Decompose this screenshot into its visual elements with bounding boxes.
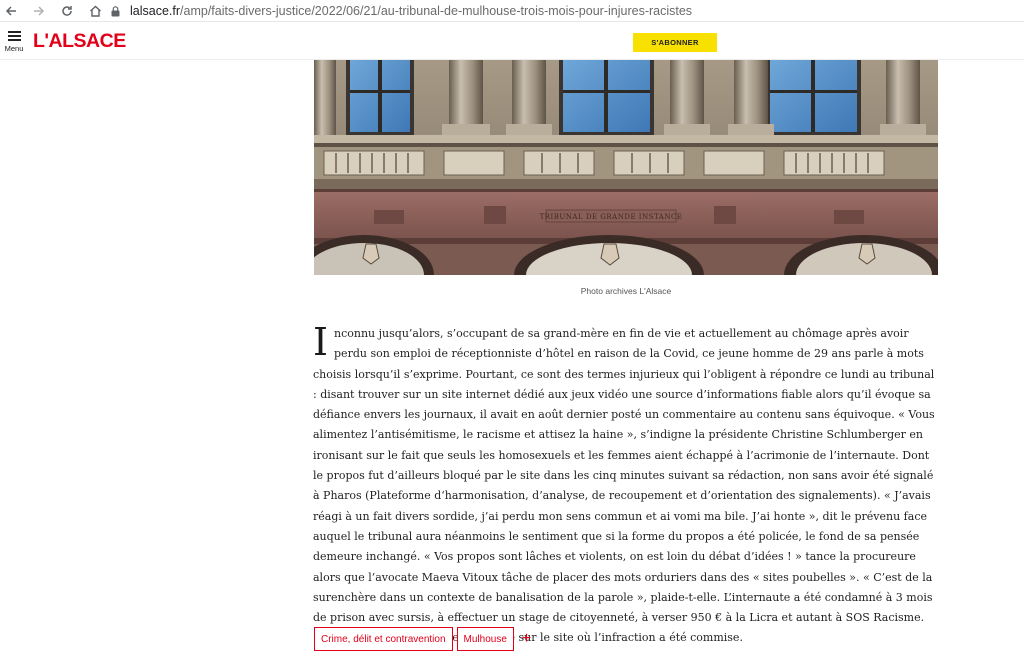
url-domain: lalsace.fr <box>130 4 181 18</box>
article-tags: Crime, délit et contravention Mulhouse + <box>314 627 531 651</box>
more-tags-plus-icon[interactable]: + <box>522 631 531 647</box>
hamburger-icon <box>7 31 21 41</box>
home-icon <box>89 5 101 17</box>
forward-button[interactable] <box>28 1 50 21</box>
forward-arrow-icon <box>34 5 45 16</box>
back-arrow-icon <box>5 5 16 16</box>
article-body: Inconnu jusqu’alors, s’occupant de sa gr… <box>313 320 939 649</box>
url-path: /amp/faits-divers-justice/2022/06/21/au-… <box>180 4 693 18</box>
photo-caption: Photo archives L'Alsace <box>580 286 672 296</box>
svg-text:TRIBUNAL DE GRANDE INSTANCE: TRIBUNAL DE GRANDE INSTANCE <box>540 213 683 221</box>
site-header: Menu L'ALSACE S'ABONNER <box>0 22 1024 60</box>
address-bar[interactable]: lalsace.fr/amp/faits-divers-justice/2022… <box>108 1 692 21</box>
menu-label: Menu <box>4 44 24 53</box>
tag-mulhouse[interactable]: Mulhouse <box>456 627 514 651</box>
home-button[interactable] <box>84 1 106 21</box>
subscribe-button[interactable]: S'ABONNER <box>633 33 717 52</box>
site-logo[interactable]: L'ALSACE <box>33 31 126 51</box>
reload-button[interactable] <box>56 1 78 21</box>
article-text: nconnu jusqu’alors, s’occupant de sa gra… <box>313 327 935 645</box>
back-button[interactable] <box>0 1 22 21</box>
lock-icon[interactable] <box>108 5 122 17</box>
tag-crime[interactable]: Crime, délit et contravention <box>314 627 453 651</box>
menu-button[interactable]: Menu <box>3 30 25 58</box>
article-photo: TRIBUNAL DE GRANDE INSTANCE <box>314 60 938 275</box>
browser-toolbar: lalsace.fr/amp/faits-divers-justice/2022… <box>0 0 1024 22</box>
reload-icon <box>62 5 72 16</box>
drop-cap: I <box>313 320 329 364</box>
